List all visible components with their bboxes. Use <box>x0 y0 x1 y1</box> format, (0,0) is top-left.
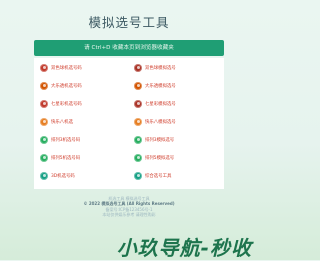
bookmark-banner: 请 Ctrl+D 收藏本页到浏览器收藏夹 <box>34 40 224 56</box>
tool-link-left-2[interactable]: 七星彩机选号码 <box>40 98 82 109</box>
tool-link-right-5[interactable]: 排列5模拟选号 <box>134 152 174 163</box>
tool-link-left-5[interactable]: 排列5机选号码 <box>40 152 80 163</box>
ball-icon <box>40 99 48 108</box>
tool-label: 排列5模拟选号 <box>145 155 175 161</box>
ball-icon <box>40 117 48 126</box>
ball-icon <box>40 171 48 180</box>
tool-label: 排列3机选号码 <box>51 137 81 143</box>
tool-link-left-1[interactable]: 大乐透机选号码 <box>40 80 82 91</box>
tool-link-right-2[interactable]: 七星彩模拟选号 <box>134 98 176 109</box>
tool-label: 排列5机选号码 <box>51 155 81 161</box>
tool-label: 七星彩模拟选号 <box>145 101 176 107</box>
tool-label: 七星彩机选号码 <box>51 101 82 107</box>
ball-icon <box>40 81 48 90</box>
tool-label: 双色球机选号码 <box>51 65 82 71</box>
ball-icon <box>134 99 142 108</box>
tool-link-left-3[interactable]: 快乐八机选 <box>40 116 73 127</box>
tool-label: 大乐透机选号码 <box>51 83 82 89</box>
page-title: 模拟选号工具 <box>88 15 170 30</box>
ball-icon <box>40 63 48 72</box>
tool-link-left-4[interactable]: 排列3机选号码 <box>40 134 80 145</box>
tool-link-right-3[interactable]: 快乐八模拟选号 <box>134 116 176 127</box>
ball-icon <box>134 63 142 72</box>
footer-note: 本站仅供娱乐参考 请理性购彩 <box>102 212 156 218</box>
tool-label: 综合选号工具 <box>145 173 172 179</box>
tool-link-left-0[interactable]: 双色球机选号码 <box>40 62 82 73</box>
ball-icon <box>134 171 142 180</box>
tools-panel: 双色球机选号码 大乐透机选号码 七星彩机选号码 快乐八机选 排列3机选号码 排列… <box>34 58 224 189</box>
tool-link-right-4[interactable]: 排列3模拟选号 <box>134 134 174 145</box>
tool-link-right-1[interactable]: 大乐透模拟选号 <box>134 80 176 91</box>
tool-link-right-6[interactable]: 综合选号工具 <box>134 170 171 181</box>
tool-label: 双色球模拟选号 <box>145 65 176 71</box>
ball-icon <box>134 81 142 90</box>
ball-icon <box>134 117 142 126</box>
footer: 机选工具 模拟选号工具 © 2022 模拟选号工具 (All Rights Re… <box>0 196 258 218</box>
tool-link-left-6[interactable]: 3D机选号码 <box>40 170 75 181</box>
tool-label: 排列3模拟选号 <box>145 137 175 143</box>
tool-link-right-0[interactable]: 双色球模拟选号 <box>134 62 176 73</box>
ball-icon <box>134 153 142 162</box>
ball-icon <box>134 135 142 144</box>
ball-icon <box>40 153 48 162</box>
tool-label: 快乐八模拟选号 <box>145 119 176 125</box>
tool-label: 3D机选号码 <box>51 173 75 179</box>
watermark-logo: 小玖导航-秒收 <box>116 236 252 260</box>
tool-label: 大乐透模拟选号 <box>145 83 176 89</box>
ball-icon <box>40 135 48 144</box>
tool-label: 快乐八机选 <box>51 119 73 125</box>
